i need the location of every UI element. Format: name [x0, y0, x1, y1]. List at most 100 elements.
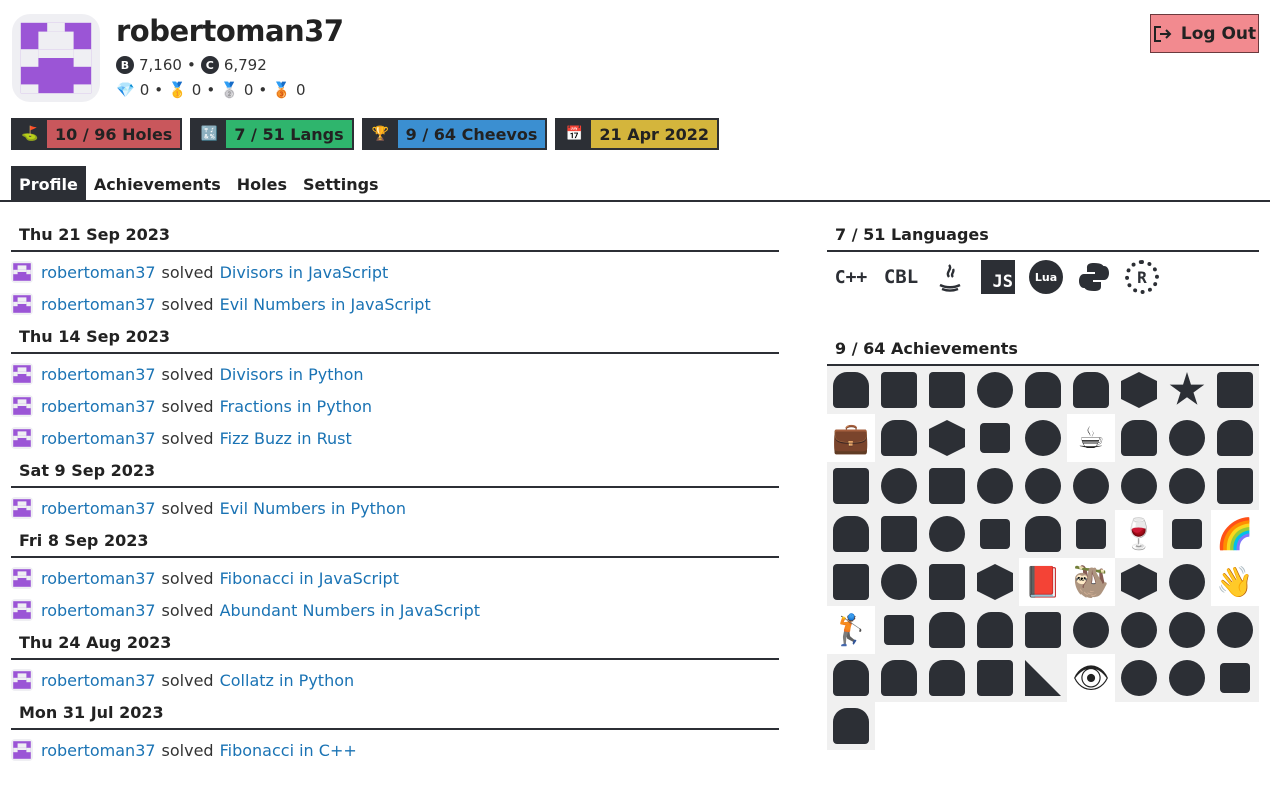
user-link[interactable]: robertoman37: [41, 741, 156, 760]
achievement-cell[interactable]: [1163, 558, 1211, 606]
achievement-cell[interactable]: [1067, 366, 1115, 414]
achievement-cell[interactable]: [1019, 366, 1067, 414]
achievement-cell[interactable]: [875, 510, 923, 558]
achievement-cell[interactable]: [1067, 462, 1115, 510]
achievement-cell[interactable]: [827, 366, 875, 414]
achievement-cell[interactable]: [1019, 606, 1067, 654]
hole-link[interactable]: Fizz Buzz in Rust: [220, 429, 352, 448]
achievement-cell[interactable]: [923, 558, 971, 606]
cobol-logo-icon[interactable]: CBL: [883, 260, 919, 294]
achievement-cell[interactable]: [1019, 414, 1067, 462]
cheevos-badge[interactable]: 🏆 9 / 64 Cheevos: [361, 118, 548, 150]
user-link[interactable]: robertoman37: [41, 569, 156, 588]
achievement-cell[interactable]: [971, 414, 1019, 462]
achievement-cell[interactable]: [971, 462, 1019, 510]
achievement-cell[interactable]: 👋: [1211, 558, 1259, 606]
achievement-cell[interactable]: [923, 366, 971, 414]
user-link[interactable]: robertoman37: [41, 671, 156, 690]
achievement-cell[interactable]: [1115, 654, 1163, 702]
achievement-cell[interactable]: [1019, 510, 1067, 558]
achievement-cell[interactable]: [1163, 462, 1211, 510]
rust-logo-icon[interactable]: R: [1125, 260, 1159, 294]
user-link[interactable]: robertoman37: [41, 499, 156, 518]
achievement-cell[interactable]: 📕: [1019, 558, 1067, 606]
achievement-cell[interactable]: [1163, 366, 1211, 414]
user-link[interactable]: robertoman37: [41, 295, 156, 314]
achievement-cell[interactable]: [1163, 414, 1211, 462]
user-link[interactable]: robertoman37: [41, 429, 156, 448]
achievement-cell[interactable]: [1115, 606, 1163, 654]
achievement-cell[interactable]: [1115, 414, 1163, 462]
achievement-cell[interactable]: [923, 462, 971, 510]
achievement-cell[interactable]: [923, 654, 971, 702]
achievement-cell[interactable]: [875, 414, 923, 462]
tab-settings[interactable]: Settings: [295, 166, 387, 202]
hole-link[interactable]: Fibonacci in JavaScript: [220, 569, 399, 588]
user-link[interactable]: robertoman37: [41, 397, 156, 416]
achievement-cell[interactable]: [827, 462, 875, 510]
hole-link[interactable]: Evil Numbers in Python: [220, 499, 406, 518]
log-out-button[interactable]: Log Out: [1150, 14, 1259, 53]
achievement-cell[interactable]: [827, 510, 875, 558]
achievement-cell[interactable]: [1163, 654, 1211, 702]
achievement-cell[interactable]: [1115, 366, 1163, 414]
achievement-cell[interactable]: [971, 558, 1019, 606]
java-logo-icon[interactable]: [933, 260, 967, 294]
hole-link[interactable]: Fractions in Python: [220, 397, 372, 416]
achievement-cell[interactable]: [1211, 462, 1259, 510]
user-avatar: [11, 497, 33, 519]
python-logo-icon[interactable]: [1077, 260, 1111, 294]
tab-holes[interactable]: Holes: [229, 166, 295, 202]
cpp-logo-icon[interactable]: C++: [833, 260, 869, 294]
achievement-cell[interactable]: [971, 366, 1019, 414]
hole-link[interactable]: Divisors in Python: [220, 365, 364, 384]
achievement-cell[interactable]: [1211, 366, 1259, 414]
achievement-cell[interactable]: [1019, 462, 1067, 510]
langs-badge[interactable]: 🔣 7 / 51 Langs: [190, 118, 354, 150]
achievement-cell[interactable]: [923, 414, 971, 462]
user-link[interactable]: robertoman37: [41, 263, 156, 282]
lua-logo-icon[interactable]: Lua: [1029, 260, 1063, 294]
achievement-cell[interactable]: [875, 366, 923, 414]
holes-badge[interactable]: ⛳ 10 / 96 Holes: [11, 118, 183, 150]
hole-link[interactable]: Evil Numbers in JavaScript: [220, 295, 431, 314]
achievement-cell[interactable]: [971, 654, 1019, 702]
achievement-cell[interactable]: 🍷: [1115, 510, 1163, 558]
achievement-cell[interactable]: [1019, 654, 1067, 702]
user-link[interactable]: robertoman37: [41, 365, 156, 384]
achievement-cell[interactable]: [1115, 558, 1163, 606]
achievement-cell[interactable]: [923, 510, 971, 558]
achievement-cell[interactable]: 🏌: [827, 606, 875, 654]
achievement-cell[interactable]: [827, 654, 875, 702]
tab-achievements[interactable]: Achievements: [86, 166, 229, 202]
hole-link[interactable]: Abundant Numbers in JavaScript: [220, 601, 480, 620]
achievement-cell[interactable]: [875, 462, 923, 510]
achievement-cell[interactable]: [827, 558, 875, 606]
hole-link[interactable]: Fibonacci in C++: [220, 741, 357, 760]
hole-link[interactable]: Collatz in Python: [220, 671, 355, 690]
achievement-cell[interactable]: 👁: [1067, 654, 1115, 702]
achievement-cell[interactable]: 🦥: [1067, 558, 1115, 606]
achievement-cell[interactable]: [875, 606, 923, 654]
achievement-cell[interactable]: [1163, 510, 1211, 558]
tab-profile[interactable]: Profile: [11, 166, 86, 202]
achievement-cell[interactable]: [1163, 606, 1211, 654]
achievement-cell[interactable]: ☕: [1067, 414, 1115, 462]
achievement-cell[interactable]: [971, 510, 1019, 558]
achievement-cell[interactable]: [923, 606, 971, 654]
achievement-cell[interactable]: [1211, 414, 1259, 462]
javascript-logo-icon[interactable]: JS: [981, 260, 1015, 294]
hole-link[interactable]: Divisors in JavaScript: [220, 263, 389, 282]
achievement-cell[interactable]: [875, 654, 923, 702]
achievement-cell[interactable]: [1115, 462, 1163, 510]
achievement-cell[interactable]: [875, 558, 923, 606]
achievement-cell[interactable]: 💼: [827, 414, 875, 462]
achievement-cell[interactable]: 🌈: [1211, 510, 1259, 558]
achievement-cell[interactable]: [971, 606, 1019, 654]
achievement-cell[interactable]: [827, 702, 875, 750]
achievement-cell[interactable]: [1211, 654, 1259, 702]
user-link[interactable]: robertoman37: [41, 601, 156, 620]
achievement-cell[interactable]: [1067, 510, 1115, 558]
achievement-cell[interactable]: [1211, 606, 1259, 654]
achievement-cell[interactable]: [1067, 606, 1115, 654]
